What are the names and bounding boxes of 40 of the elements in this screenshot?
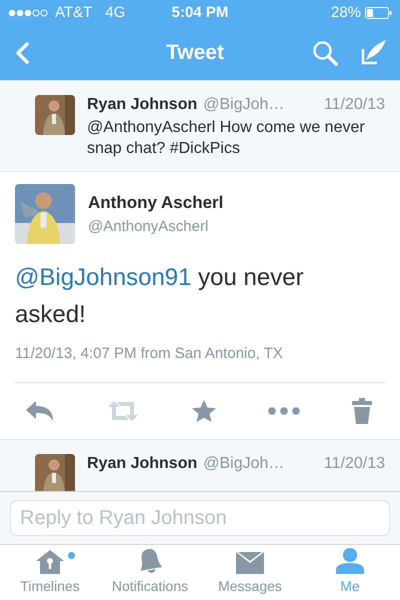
tab[interactable]: Messages — [200, 545, 300, 600]
person-icon — [336, 548, 364, 574]
mention-link[interactable]: @BigJohnson91 — [15, 264, 192, 291]
quill-icon — [360, 40, 386, 66]
author-name: Ryan Johnson — [87, 454, 198, 474]
author-handle: @AnthonyAscherl — [88, 218, 210, 235]
tweet-text: @BigJohnson91 you never asked! — [15, 263, 305, 330]
network-type: 4G — [105, 4, 126, 21]
reply-button[interactable] — [25, 400, 55, 422]
author-handle: @BigJoh… — [203, 95, 286, 115]
house-icon — [36, 550, 64, 574]
tweet-meta: 11/20/13, 4:07 PM from San Antonio, TX — [15, 345, 385, 383]
search-icon — [312, 40, 338, 66]
trash-button[interactable] — [351, 398, 373, 424]
envelope-icon — [236, 552, 264, 574]
tab[interactable]: Notifications — [100, 545, 200, 600]
retweet-icon — [106, 400, 140, 422]
reply-icon — [25, 400, 55, 422]
tab[interactable]: Timelines — [0, 545, 100, 600]
author-handle: @BigJoh… — [203, 454, 286, 474]
battery-icon — [365, 6, 392, 18]
signal-icon — [8, 8, 50, 16]
author-name: Anthony Ascherl — [88, 193, 224, 213]
chevron-left-icon — [14, 40, 30, 64]
battery-percent: 28% — [330, 4, 362, 21]
more-button[interactable] — [268, 407, 300, 415]
carrier-name: AT&T — [55, 4, 92, 21]
tab[interactable]: Me — [300, 545, 400, 600]
author-name: Ryan Johnson — [87, 95, 198, 115]
tweet-date: 11/20/13 — [324, 454, 385, 474]
trash-icon — [351, 398, 373, 424]
tweet-date: 11/20/13 — [324, 95, 385, 115]
tweet-text: @AnthonyAscherl How come we never snap chat? #DickPics — [87, 118, 366, 159]
star-icon — [191, 399, 217, 423]
status-time: 5:04 PM — [172, 4, 228, 21]
star-button[interactable] — [191, 399, 217, 423]
reply-field[interactable]: Reply to Ryan Johnson — [10, 500, 390, 536]
nav-title: Tweet — [165, 40, 225, 64]
bell-icon — [138, 548, 162, 574]
more-icon — [268, 407, 300, 415]
